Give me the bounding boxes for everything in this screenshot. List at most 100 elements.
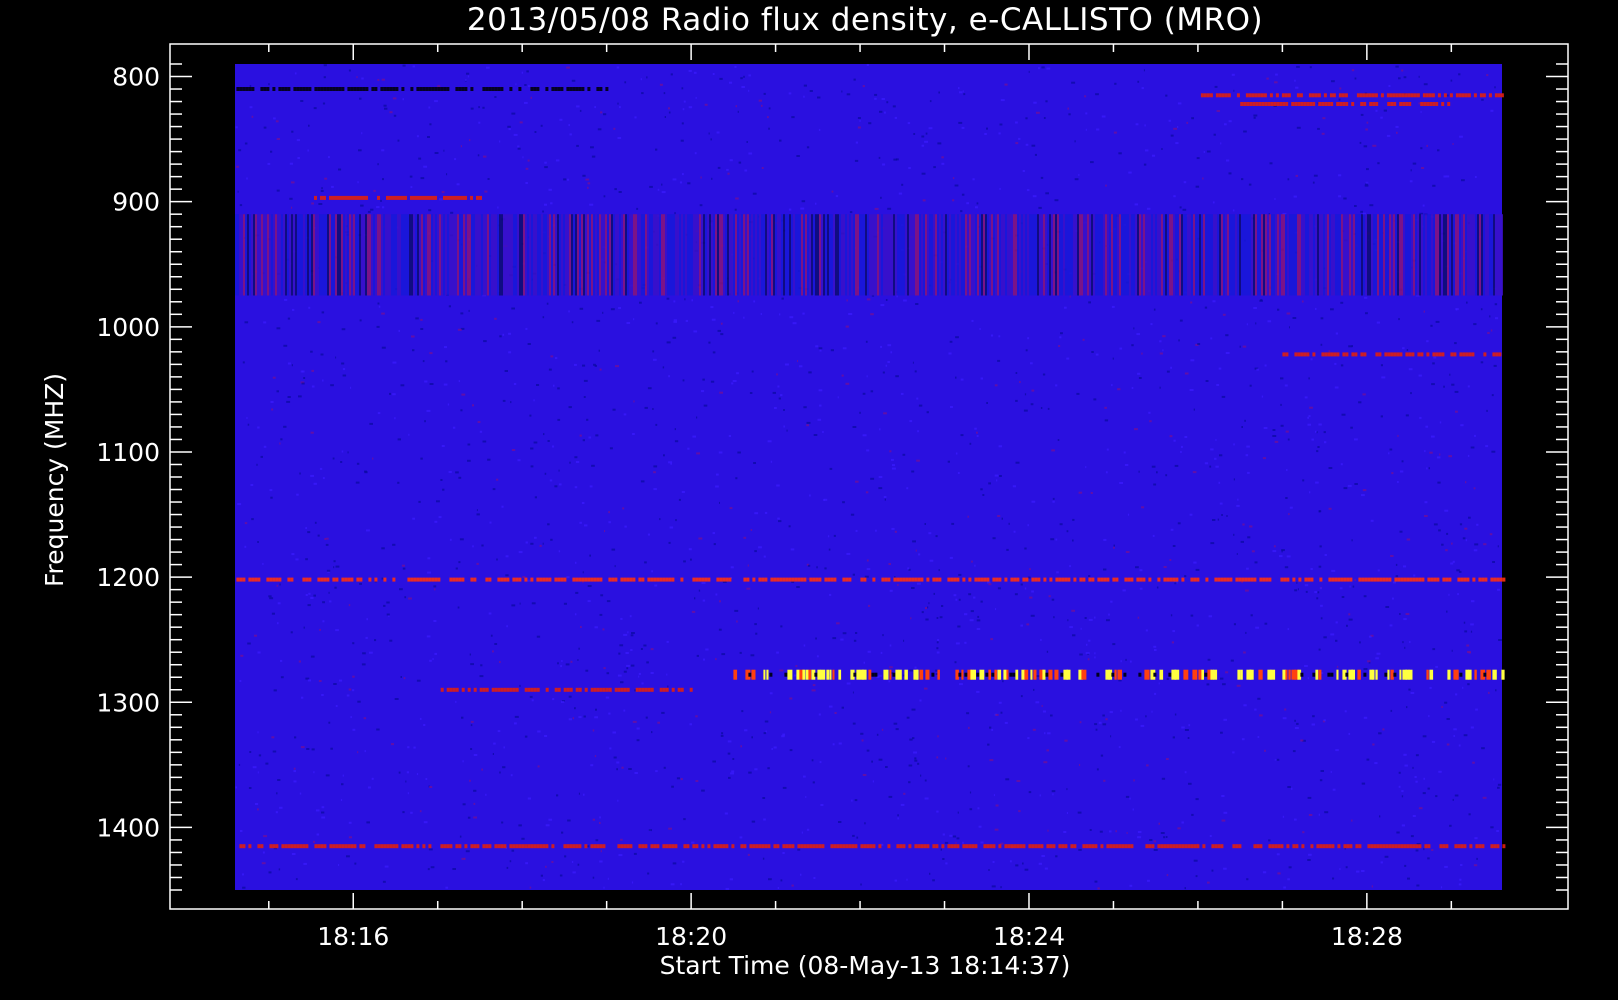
band-segment <box>1157 577 1161 582</box>
noise-pixel <box>954 661 957 664</box>
noise-pixel <box>1461 179 1465 182</box>
striation <box>1193 214 1195 296</box>
band-segment <box>440 687 444 692</box>
noise-pixel <box>443 383 448 386</box>
noise-pixel <box>561 660 563 662</box>
band-segment <box>554 687 558 692</box>
band-segment <box>446 844 450 849</box>
noise-pixel <box>846 299 848 302</box>
band-segment <box>1310 577 1314 582</box>
noise-pixel <box>1197 343 1201 345</box>
noise-pixel <box>376 728 380 731</box>
noise-pixel <box>936 756 939 759</box>
noise-pixel <box>423 821 428 824</box>
noise-pixel <box>1082 338 1085 341</box>
noise-pixel <box>442 488 445 491</box>
band-segment <box>545 577 549 582</box>
noise-pixel <box>1286 312 1291 315</box>
noise-pixel <box>909 669 914 672</box>
striation <box>537 214 539 296</box>
band-segment <box>320 87 324 91</box>
band-segment <box>1310 844 1314 849</box>
noise-pixel <box>560 665 562 668</box>
band-segment <box>431 577 435 582</box>
noise-pixel <box>1338 195 1342 198</box>
band-segment <box>680 687 684 692</box>
noise-pixel <box>545 824 550 827</box>
noise-pixel <box>1050 714 1053 717</box>
noise-pixel <box>470 748 473 750</box>
band-segment <box>644 844 648 849</box>
striation <box>807 214 809 296</box>
band-segment <box>1160 844 1164 849</box>
striation <box>815 214 817 296</box>
band-segment <box>536 687 540 692</box>
noise-pixel <box>1052 793 1054 796</box>
band-segment <box>665 577 669 582</box>
noise-pixel <box>790 548 795 551</box>
band-segment <box>398 195 401 200</box>
band-segment <box>1428 93 1432 98</box>
striation <box>573 214 575 296</box>
striation <box>455 214 457 296</box>
striation <box>839 214 841 296</box>
noise-pixel <box>1044 867 1048 870</box>
noise-pixel <box>803 775 806 778</box>
burst-segment <box>817 669 821 680</box>
band-segment <box>374 87 378 91</box>
noise-pixel <box>753 300 756 303</box>
striation <box>735 214 737 296</box>
band-segment <box>1390 352 1394 357</box>
band-segment <box>1221 93 1225 98</box>
striation <box>1123 214 1125 296</box>
band-segment <box>1331 844 1335 849</box>
striation <box>321 214 323 296</box>
noise-pixel <box>803 84 807 87</box>
band-segment <box>239 577 243 582</box>
striation <box>1401 214 1403 296</box>
band-segment <box>1280 844 1284 849</box>
noise-pixel <box>977 807 980 810</box>
noise-pixel <box>680 139 684 142</box>
striation <box>589 214 591 296</box>
band-segment <box>1322 844 1326 849</box>
noise-pixel <box>801 831 803 834</box>
noise-pixel <box>1493 364 1497 367</box>
noise-pixel <box>768 127 770 130</box>
noise-pixel <box>427 868 430 871</box>
noise-pixel <box>524 101 528 104</box>
noise-pixel <box>718 451 723 454</box>
noise-pixel <box>1360 113 1364 116</box>
band-segment <box>575 844 579 849</box>
noise-pixel <box>603 886 605 889</box>
noise-pixel <box>994 384 998 387</box>
noise-pixel <box>1162 349 1164 352</box>
band-segment <box>1248 93 1252 98</box>
noise-pixel <box>1491 394 1494 397</box>
noise-pixel <box>1433 356 1437 359</box>
noise-pixel <box>291 181 295 184</box>
band-segment <box>497 844 501 849</box>
noise-pixel <box>712 760 716 763</box>
band-segment <box>1317 93 1321 98</box>
noise-pixel <box>703 658 705 661</box>
striation <box>407 214 409 296</box>
noise-pixel <box>829 467 833 470</box>
noise-pixel <box>646 76 648 79</box>
striation <box>625 214 627 296</box>
noise-pixel <box>986 127 988 130</box>
noise-pixel <box>525 167 529 170</box>
noise-pixel <box>296 493 299 496</box>
striation <box>1383 214 1385 296</box>
noise-pixel <box>900 392 904 395</box>
noise-pixel <box>1094 880 1098 883</box>
noise-pixel <box>1305 590 1308 593</box>
noise-pixel <box>1424 501 1428 504</box>
noise-pixel <box>323 76 326 79</box>
striation <box>1263 214 1265 296</box>
noise-pixel <box>485 793 487 796</box>
noise-pixel <box>999 187 1001 190</box>
noise-pixel <box>1285 497 1288 499</box>
band-segment <box>1328 844 1332 849</box>
noise-pixel <box>1173 195 1176 198</box>
